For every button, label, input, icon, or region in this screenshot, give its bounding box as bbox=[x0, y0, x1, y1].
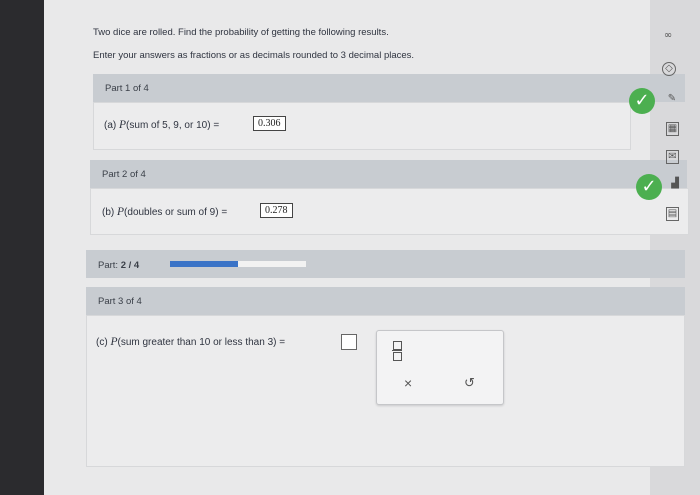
table-icon[interactable]: ▤ bbox=[666, 207, 679, 221]
part-3-header: Part 3 of 4 bbox=[86, 287, 685, 315]
part-2-question: (b) P(doubles or sum of 9) = bbox=[102, 206, 227, 218]
part-1-question: (a) P(sum of 5, 9, or 10) = bbox=[104, 119, 219, 131]
infinity-icon[interactable]: ∞ bbox=[661, 30, 675, 42]
math-input-pad: × ↺ bbox=[376, 330, 504, 405]
part-2-prefix: (b) bbox=[102, 207, 115, 218]
part-3-equals: = bbox=[279, 337, 286, 348]
progress-fill bbox=[170, 261, 238, 267]
progress-value: 2 / 4 bbox=[120, 260, 140, 271]
part-3-prefix: (c) bbox=[96, 337, 108, 348]
instruction-text-2: Enter your answers as fractions or as de… bbox=[93, 50, 415, 61]
part-1-answer-field[interactable]: 0.306 bbox=[253, 116, 286, 131]
progress-label: Part: bbox=[98, 260, 119, 271]
undo-button[interactable]: ↺ bbox=[464, 375, 475, 391]
part-2-equals: = bbox=[221, 207, 228, 218]
part-2-answer-field[interactable]: 0.278 bbox=[260, 203, 293, 218]
instruction-text-1: Two dice are rolled. Find the probabilit… bbox=[93, 27, 389, 38]
settings-badge-icon[interactable]: ◇ bbox=[662, 62, 676, 76]
part-3-question: (c) P(sum greater than 10 or less than 3… bbox=[96, 336, 285, 348]
progress-text: Part: 2 / 4 bbox=[98, 260, 139, 271]
part-2-correct-check-icon: ✓ bbox=[636, 174, 662, 200]
chart-icon[interactable]: ▟ bbox=[668, 178, 682, 190]
part-3-condition: (sum greater than 10 or less than 3) bbox=[117, 337, 277, 348]
part-2-header: Part 2 of 4 bbox=[90, 160, 687, 188]
part-1-label: Part 1 of 4 bbox=[105, 83, 149, 94]
part-1-correct-check-icon: ✓ bbox=[629, 88, 655, 114]
part-1-prefix: (a) bbox=[104, 120, 117, 131]
clear-button[interactable]: × bbox=[404, 375, 412, 391]
part-1-condition: (sum of 5, 9, or 10) bbox=[126, 120, 211, 131]
part-1-header: Part 1 of 4 bbox=[93, 74, 685, 102]
part-1-equals: = bbox=[213, 120, 220, 131]
part-2-label: Part 2 of 4 bbox=[102, 169, 146, 180]
progress-bar bbox=[170, 261, 306, 267]
part-3-answer-field[interactable] bbox=[341, 334, 357, 350]
part-3-label: Part 3 of 4 bbox=[98, 296, 142, 307]
mail-icon[interactable]: ✉ bbox=[666, 150, 679, 164]
fraction-icon[interactable] bbox=[392, 341, 402, 361]
part-2-condition: (doubles or sum of 9) bbox=[124, 207, 219, 218]
edit-icon[interactable]: ✎ bbox=[665, 93, 679, 105]
part-1-p: P bbox=[119, 119, 127, 131]
calculator-icon[interactable]: ▦ bbox=[666, 122, 679, 136]
part-2-p: P bbox=[117, 206, 125, 218]
